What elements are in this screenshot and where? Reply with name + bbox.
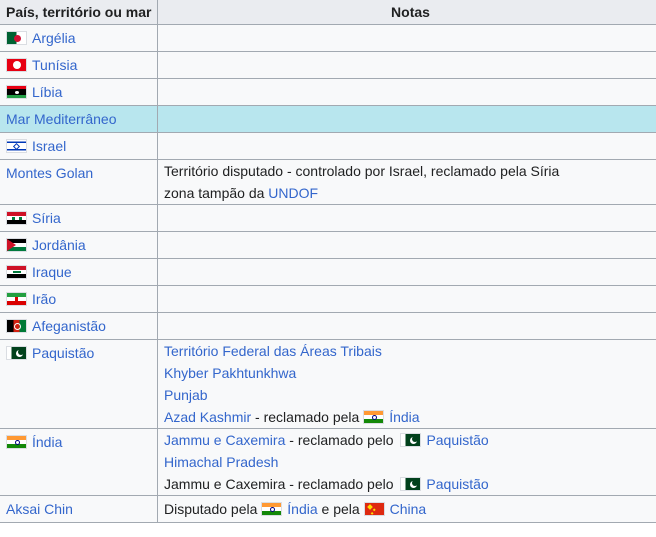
country-link-algeria[interactable]: Argélia — [32, 30, 76, 46]
table-row-iraq: Iraque — [0, 258, 656, 286]
country-link-iran[interactable]: Irão — [32, 291, 56, 307]
table-row-syria: Síria — [0, 204, 656, 232]
table-row-israel: Israel — [0, 132, 656, 160]
table-row-libya: Líbia — [0, 78, 656, 106]
country-link-afghanistan[interactable]: Afeganistão — [32, 318, 106, 334]
notes-cell — [157, 51, 656, 79]
note-link-himachal[interactable]: Himachal Pradesh — [164, 451, 656, 473]
tunisia-flag-icon — [6, 58, 27, 72]
country-cell: Paquistão — [0, 339, 158, 429]
note-link-punjab[interactable]: Punjab — [164, 384, 656, 406]
undof-link[interactable]: UNDOF — [268, 185, 318, 201]
note-line: Jammu e Caxemira - reclamado pelo Paquis… — [164, 473, 656, 495]
notes-cell — [157, 24, 656, 52]
note-text: - reclamado pela — [251, 409, 364, 425]
notes-cell — [157, 231, 656, 259]
china-flag-icon — [363, 502, 385, 516]
table-row-aksai-chin: Aksai Chin Disputado pela Índia e pela C… — [0, 495, 656, 523]
country-cell: Israel — [0, 132, 158, 160]
country-link-india[interactable]: Índia — [389, 409, 419, 425]
country-link-china[interactable]: China — [390, 501, 427, 517]
country-link-libya[interactable]: Líbia — [32, 84, 62, 100]
territory-link-golan[interactable]: Montes Golan — [6, 165, 93, 181]
table-row-iran: Irão — [0, 285, 656, 313]
country-link-india[interactable]: Índia — [32, 434, 62, 450]
notes-cell — [157, 285, 656, 313]
country-cell: Aksai Chin — [0, 495, 158, 523]
country-cell: Tunísia — [0, 51, 158, 79]
notes-cell: Jammu e Caxemira - reclamado pelo Paquis… — [157, 428, 656, 496]
notes-cell — [157, 258, 656, 286]
country-link-pakistan[interactable]: Paquistão — [32, 345, 94, 361]
country-cell: Iraque — [0, 258, 158, 286]
country-link-india[interactable]: Índia — [287, 501, 317, 517]
country-cell: Montes Golan — [0, 159, 158, 205]
note-line: Território disputado - controlado por Is… — [164, 163, 560, 179]
country-cell: Argélia — [0, 24, 158, 52]
iraq-flag-icon — [6, 265, 27, 279]
notes-cell — [157, 105, 656, 133]
pakistan-flag-icon — [6, 346, 27, 360]
country-link-pakistan[interactable]: Paquistão — [426, 432, 488, 448]
note-text: - reclamado pelo — [285, 432, 398, 448]
country-link-iraq[interactable]: Iraque — [32, 264, 72, 280]
table-row-pakistan: Paquistão Território Federal das Áreas T… — [0, 339, 656, 429]
note-line: Jammu e Caxemira - reclamado pelo Paquis… — [164, 429, 656, 451]
iran-flag-icon — [6, 292, 27, 306]
country-link-pakistan[interactable]: Paquistão — [426, 476, 488, 492]
country-link-jordan[interactable]: Jordânia — [32, 237, 86, 253]
notes-cell: Disputado pela Índia e pela China — [157, 495, 656, 523]
sea-link-mediterranean[interactable]: Mar Mediterrâneo — [6, 111, 117, 127]
note-line: Azad Kashmir - reclamado pela Índia — [164, 406, 656, 428]
countries-table: País, território ou mar Notas Argélia Tu… — [0, 0, 656, 523]
country-link-israel[interactable]: Israel — [32, 138, 66, 154]
note-text: Disputado pela — [164, 501, 262, 517]
jordan-flag-icon — [6, 238, 27, 252]
note-link-jammu-caxemira[interactable]: Jammu e Caxemira — [164, 432, 285, 448]
column-header-country[interactable]: País, território ou mar — [0, 0, 158, 25]
notes-cell: Território Federal das Áreas Tribais Khy… — [157, 339, 656, 429]
table-row-algeria: Argélia — [0, 24, 656, 52]
table-header-row: País, território ou mar Notas — [0, 0, 656, 25]
note-text: zona tampão da — [164, 185, 265, 201]
note-text: Jammu e Caxemira - reclamado pelo — [164, 476, 398, 492]
syria-flag-icon — [6, 211, 27, 225]
country-cell: Afeganistão — [0, 312, 158, 340]
algeria-flag-icon — [6, 31, 27, 45]
table-row-mediterranean: Mar Mediterrâneo — [0, 105, 656, 133]
note-text: e pela — [317, 501, 364, 517]
country-link-tunisia[interactable]: Tunísia — [32, 57, 77, 73]
country-cell: Líbia — [0, 78, 158, 106]
note-link-khyber[interactable]: Khyber Pakhtunkhwa — [164, 362, 656, 384]
libya-flag-icon — [6, 85, 27, 99]
india-flag-icon — [6, 435, 27, 449]
territory-link-aksai-chin[interactable]: Aksai Chin — [6, 501, 73, 517]
india-flag-icon — [261, 502, 283, 516]
notes-cell: Território disputado - controlado por Is… — [157, 159, 656, 205]
table-row-golan: Montes Golan Território disputado - cont… — [0, 159, 656, 205]
sea-cell: Mar Mediterrâneo — [0, 105, 158, 133]
notes-cell — [157, 132, 656, 160]
country-cell: Síria — [0, 204, 158, 232]
column-header-notes[interactable]: Notas — [157, 0, 656, 25]
table-row-jordan: Jordânia — [0, 231, 656, 259]
israel-flag-icon — [6, 139, 27, 153]
notes-cell — [157, 312, 656, 340]
table-row-india: Índia Jammu e Caxemira - reclamado pelo … — [0, 428, 656, 496]
table-row-afghanistan: Afeganistão — [0, 312, 656, 340]
table-row-tunisia: Tunísia — [0, 51, 656, 79]
country-cell: Índia — [0, 428, 158, 496]
note-line: zona tampão da UNDOF — [164, 182, 656, 204]
pakistan-flag-icon — [400, 433, 422, 447]
afghanistan-flag-icon — [6, 319, 27, 333]
country-link-syria[interactable]: Síria — [32, 210, 61, 226]
india-flag-icon — [363, 410, 385, 424]
note-link-azad-kashmir[interactable]: Azad Kashmir — [164, 409, 251, 425]
note-link-fata[interactable]: Território Federal das Áreas Tribais — [164, 340, 656, 362]
pakistan-flag-icon — [400, 477, 422, 491]
notes-cell — [157, 204, 656, 232]
country-cell: Irão — [0, 285, 158, 313]
country-cell: Jordânia — [0, 231, 158, 259]
notes-cell — [157, 78, 656, 106]
